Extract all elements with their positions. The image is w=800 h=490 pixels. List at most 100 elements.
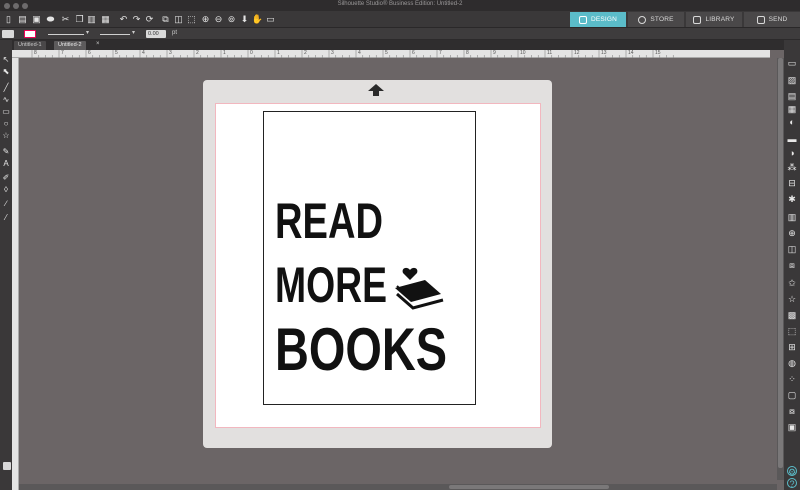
pan-icon[interactable]: ✋ <box>252 14 263 25</box>
refresh-icon[interactable]: ⟳ <box>144 14 155 25</box>
send-icon[interactable]: ▨ <box>787 75 797 85</box>
zoom-in-icon[interactable]: ⊕ <box>200 14 211 25</box>
replicate-panel-icon[interactable]: ▥ <box>787 212 797 222</box>
print-icon[interactable]: ⬬ <box>45 14 56 25</box>
shadow-icon[interactable]: ◍ <box>787 358 797 368</box>
color-icon[interactable]: ▣ <box>787 422 797 432</box>
text-style-icon[interactable]: ✩ <box>787 278 797 288</box>
ellipse-icon[interactable]: ○ <box>2 120 10 128</box>
design-store-icon[interactable]: ▩ <box>787 310 797 320</box>
print-cut-icon[interactable]: ⧇ <box>787 406 797 416</box>
eyedropper-icon[interactable]: ⁄ <box>2 214 10 222</box>
feed-direction-arrow-icon <box>368 84 384 96</box>
vertical-scrollbar[interactable] <box>777 58 784 480</box>
pen-icon[interactable]: ✎ <box>2 148 10 156</box>
tab-store[interactable]: STORE <box>628 12 684 27</box>
doc-tab-untitled-1[interactable]: Untitled-1 <box>14 41 46 50</box>
fill-color-swatch[interactable] <box>2 30 14 38</box>
horizontal-scrollbar[interactable] <box>19 484 777 490</box>
transform-icon[interactable]: ⊟ <box>787 178 797 188</box>
fullscreen-icon[interactable]: ▭ <box>265 14 276 25</box>
rhinestone-icon[interactable]: ⁘ <box>787 374 797 384</box>
scrollbar-thumb[interactable] <box>778 58 783 468</box>
gradient-icon[interactable]: ◑ <box>787 148 797 158</box>
artwork-line-read[interactable]: READ <box>275 193 383 249</box>
line-color-swatch[interactable] <box>24 30 36 38</box>
help-icon[interactable]: ? <box>787 478 797 489</box>
line-icon[interactable]: ╱ <box>2 84 10 92</box>
tab-library[interactable]: LIBRARY <box>686 12 742 27</box>
artwork-line-more[interactable]: MORE <box>275 257 387 313</box>
replicate-icon[interactable]: ⬚ <box>186 14 197 25</box>
ruler-label: 3 <box>169 50 172 56</box>
tab-design[interactable]: DESIGN <box>570 12 626 27</box>
ruler-label: 7 <box>61 50 64 56</box>
ruler-label: 6 <box>412 50 415 56</box>
delete-icon[interactable]: ▦ <box>100 14 111 25</box>
offset-icon[interactable]: ⊕ <box>787 228 797 238</box>
line-weight-select[interactable] <box>100 34 130 35</box>
open-icon[interactable]: ▤ <box>17 14 28 25</box>
emboss-icon[interactable]: ▢ <box>787 390 797 400</box>
line-style-icon[interactable]: ▬ <box>787 134 797 144</box>
modify-icon[interactable]: ⧈ <box>787 260 797 270</box>
rectangle-icon[interactable]: ▭ <box>2 108 10 116</box>
tab-send[interactable]: SEND <box>744 12 800 27</box>
ruler-label: 1 <box>223 50 226 56</box>
ruler-label: 13 <box>601 50 607 56</box>
ruler-left <box>12 58 19 490</box>
chevron-down-icon[interactable]: ▾ <box>86 29 89 36</box>
nav-tabs: DESIGN STORE LIBRARY SEND <box>568 12 800 27</box>
pattern-icon[interactable]: ⁂ <box>787 162 797 172</box>
artwork-line-books[interactable]: BOOKS <box>275 316 447 380</box>
ruler-label: 4 <box>358 50 361 56</box>
paste-icon[interactable]: ▥ <box>86 14 97 25</box>
text-icon[interactable]: A <box>2 160 10 168</box>
curve-icon[interactable]: ∿ <box>2 96 10 104</box>
scrollbar-thumb[interactable] <box>449 485 609 489</box>
pointer-icon[interactable]: ↖ <box>2 56 10 64</box>
node-edit-icon[interactable]: ⬉ <box>2 68 10 76</box>
ruler-label: 8 <box>34 50 37 56</box>
ruler-label: 14 <box>628 50 634 56</box>
page-setup-icon[interactable]: ▭ <box>787 58 797 68</box>
undo-icon[interactable]: ↶ <box>118 14 129 25</box>
ruler-label: 0 <box>250 50 253 56</box>
ungroup-icon[interactable]: ◫ <box>173 14 184 25</box>
new-icon[interactable]: ▯ <box>3 14 14 25</box>
fill-icon[interactable]: ◐ <box>787 117 797 127</box>
group-icon[interactable]: ⧉ <box>160 14 171 25</box>
zoom-out-icon[interactable]: ⊖ <box>213 14 224 25</box>
send-icon <box>756 15 765 24</box>
move-icon[interactable]: ⬇ <box>239 14 250 25</box>
line-width-input[interactable]: 0.00 <box>146 30 166 38</box>
ruler-label: 6 <box>88 50 91 56</box>
close-tab-icon[interactable]: × <box>96 41 100 47</box>
redo-icon[interactable]: ↷ <box>131 14 142 25</box>
sketch-icon[interactable]: ⬚ <box>787 326 797 336</box>
line-style-select[interactable] <box>48 34 84 35</box>
copy-icon[interactable]: ❐ <box>74 14 85 25</box>
trace-icon[interactable]: ◫ <box>787 244 797 254</box>
ruler-label: 5 <box>385 50 388 56</box>
chevron-down-icon[interactable]: ▾ <box>132 29 135 36</box>
knife-icon[interactable]: ∕ <box>2 200 10 208</box>
paint-icon[interactable]: ✐ <box>2 174 10 182</box>
doc-tab-untitled-2[interactable]: Untitled-2 <box>54 41 86 50</box>
ruler-label: 9 <box>493 50 496 56</box>
align-icon[interactable]: ✱ <box>787 194 797 204</box>
layers-icon[interactable]: ☆ <box>787 294 797 304</box>
star-icon[interactable]: ☆ <box>2 132 10 140</box>
eraser-icon[interactable]: ◊ <box>2 186 10 194</box>
settings-icon[interactable]: ⚙ <box>787 466 797 477</box>
cut-icon[interactable]: ✂ <box>60 14 71 25</box>
grid-icon[interactable]: ▦ <box>787 104 797 114</box>
zoom-fit-icon[interactable]: ⊚ <box>226 14 237 25</box>
nesting-icon[interactable]: ⊞ <box>787 342 797 352</box>
ruler-label: 11 <box>547 50 553 56</box>
ruler-label: 12 <box>574 50 580 56</box>
read-more-books-design[interactable]: READ MORE BOOKS <box>273 190 455 380</box>
pages-panel-icon[interactable] <box>3 462 11 470</box>
library-icon[interactable]: ▤ <box>787 91 797 101</box>
save-icon[interactable]: ▣ <box>31 14 42 25</box>
